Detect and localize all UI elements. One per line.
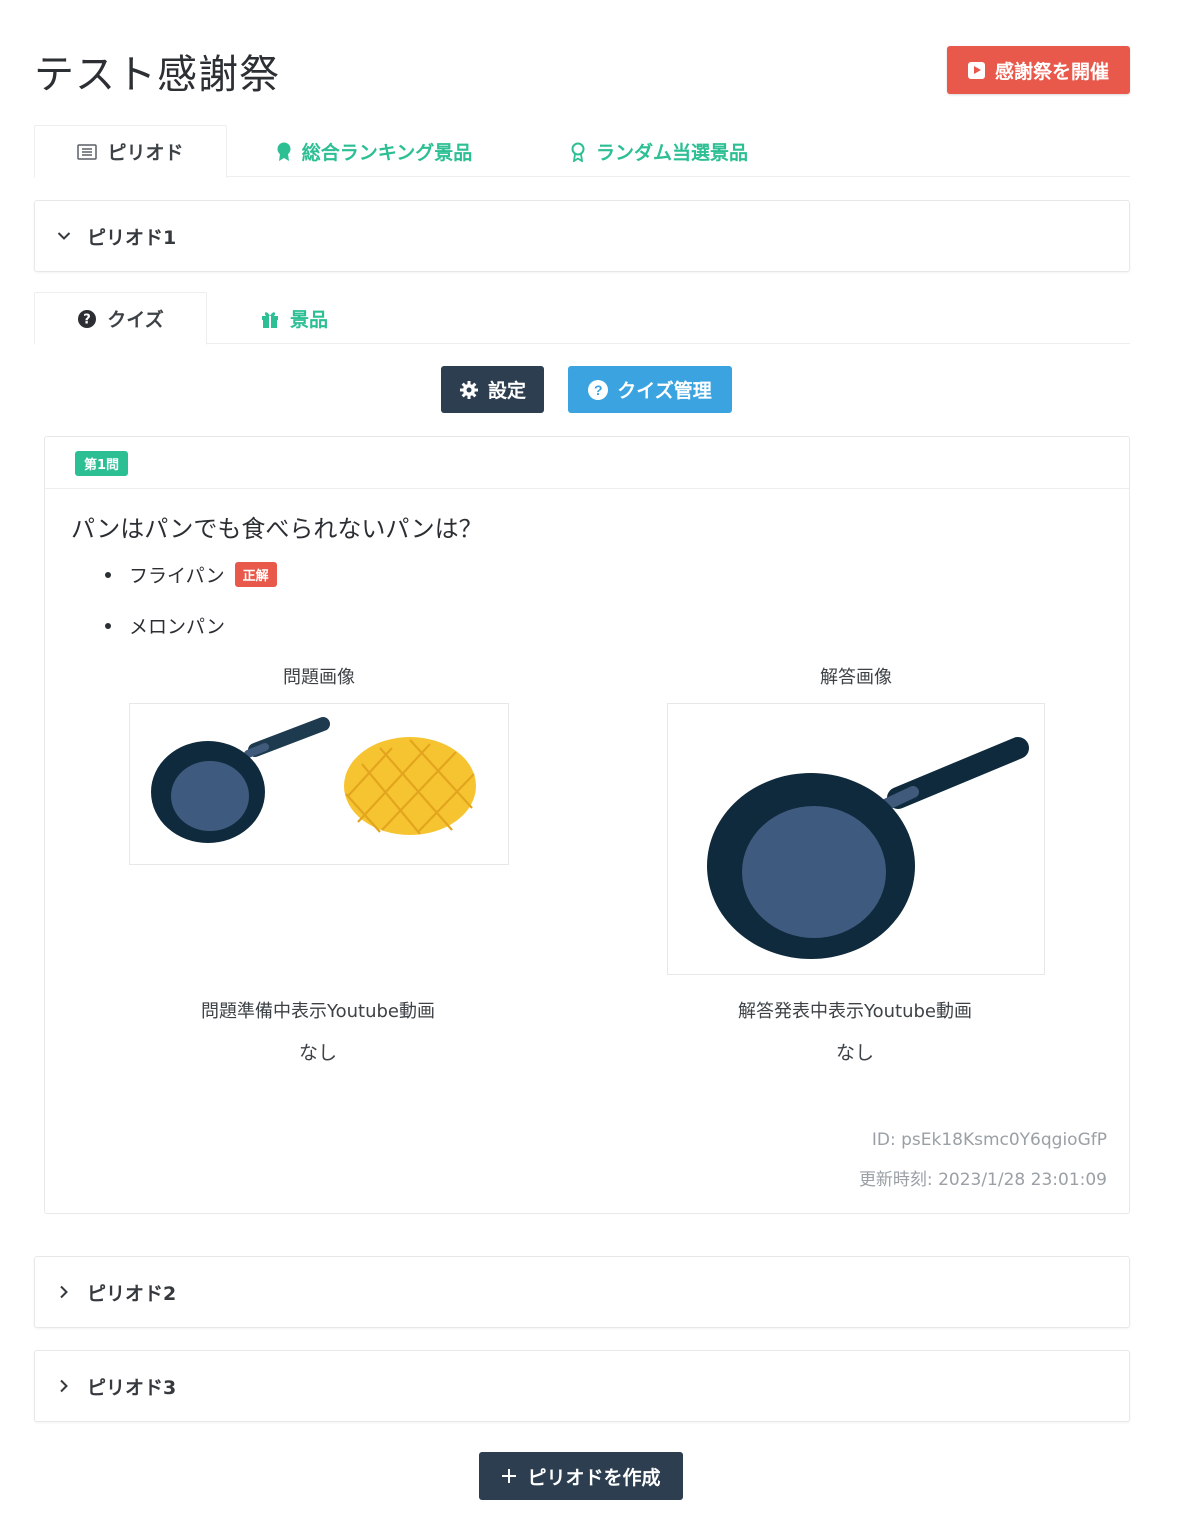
badge-outline-icon: [571, 142, 585, 162]
question-video-value: なし: [298, 1042, 337, 1064]
settings-button[interactable]: 設定: [441, 366, 544, 413]
period-title: ピリオド3: [87, 1376, 177, 1399]
badge-filled-icon: [277, 142, 291, 161]
answer-image-illustration: [707, 737, 1029, 959]
quiz-card-header: 第1問: [45, 437, 1129, 489]
period-tabs: ? クイズ 景品: [34, 292, 1130, 345]
answer-video-value: なし: [835, 1042, 874, 1064]
create-period-button[interactable]: ピリオドを作成: [479, 1452, 683, 1500]
choice-text: フライパン: [129, 565, 225, 587]
bullet: [105, 571, 111, 578]
tab-prizes[interactable]: 景品: [239, 292, 349, 345]
chevron-down-icon: [55, 227, 73, 245]
period-title: ピリオド2: [87, 1282, 177, 1305]
quiz-card: 第1問 パンはパンでも食べられないパンは？ フライパン 正解 メロンパン 問題画…: [44, 436, 1130, 1214]
period-panel-2[interactable]: ピリオド2: [34, 1256, 1130, 1328]
question-image-illustration: [151, 717, 476, 843]
gear-icon: [459, 380, 478, 399]
quiz-manage-button[interactable]: ? クイズ管理: [568, 366, 732, 413]
play-icon: [967, 61, 985, 79]
question-number-badge: 第1問: [75, 451, 129, 476]
create-period-label: ピリオドを作成: [527, 1467, 661, 1489]
settings-label: 設定: [487, 381, 526, 402]
choice-item: フライパン 正解: [105, 561, 277, 588]
choice-item: メロンパン: [105, 612, 225, 639]
hold-festival-button[interactable]: 感謝祭を開催: [947, 46, 1130, 94]
list-icon: [77, 143, 98, 160]
chevron-right-icon: [55, 1377, 73, 1395]
question-image: [129, 703, 509, 865]
quiz-manage-label: クイズ管理: [617, 381, 712, 402]
tab-quiz[interactable]: ? クイズ: [34, 292, 207, 345]
tab-random-prizes-label: ランダム当選景品: [595, 142, 748, 164]
question-circle-icon: ?: [78, 309, 97, 328]
tab-random-prizes[interactable]: ランダム当選景品: [564, 125, 754, 178]
question-circle-icon: ?: [588, 379, 609, 400]
answer-image: [667, 703, 1045, 975]
tab-periods[interactable]: ピリオド: [34, 125, 227, 178]
quiz-id: ID: psEk18Ksmc0Y6qgioGfP: [871, 1130, 1107, 1150]
chevron-right-icon: [55, 1283, 73, 1301]
svg-text:?: ?: [84, 312, 92, 327]
main-tabs: ピリオド 総合ランキング景品 ランダム当選景品: [34, 125, 1130, 178]
answer-video-label: 解答発表中表示Youtube動画: [738, 1001, 972, 1022]
quiz-updated-time: 更新時刻: 2023/1/28 23:01:09: [858, 1170, 1107, 1190]
answer-image-label: 解答画像: [820, 667, 892, 688]
question-text: パンはパンでも食べられないパンは？: [71, 515, 483, 543]
tab-prizes-label: 景品: [289, 309, 328, 331]
bullet: [105, 622, 111, 629]
plus-icon: [502, 1469, 517, 1483]
tab-quiz-label: クイズ: [107, 309, 164, 331]
period-panel-3[interactable]: ピリオド3: [34, 1350, 1130, 1422]
period-panel-1[interactable]: ピリオド1: [34, 200, 1130, 272]
gift-icon: [261, 311, 278, 328]
question-video-label: 問題準備中表示Youtube動画: [201, 1001, 435, 1022]
correct-badge: 正解: [234, 562, 277, 587]
tab-overall-ranking-prizes-label: 総合ランキング景品: [301, 142, 473, 164]
question-image-label: 問題画像: [283, 667, 355, 688]
tab-periods-label: ピリオド: [107, 142, 184, 164]
page-title: テスト感謝祭: [34, 52, 280, 98]
choice-text: メロンパン: [129, 616, 225, 638]
hold-festival-label: 感謝祭を開催: [994, 61, 1109, 83]
period-title: ピリオド1: [87, 226, 177, 249]
tab-overall-ranking-prizes[interactable]: 総合ランキング景品: [264, 125, 484, 178]
